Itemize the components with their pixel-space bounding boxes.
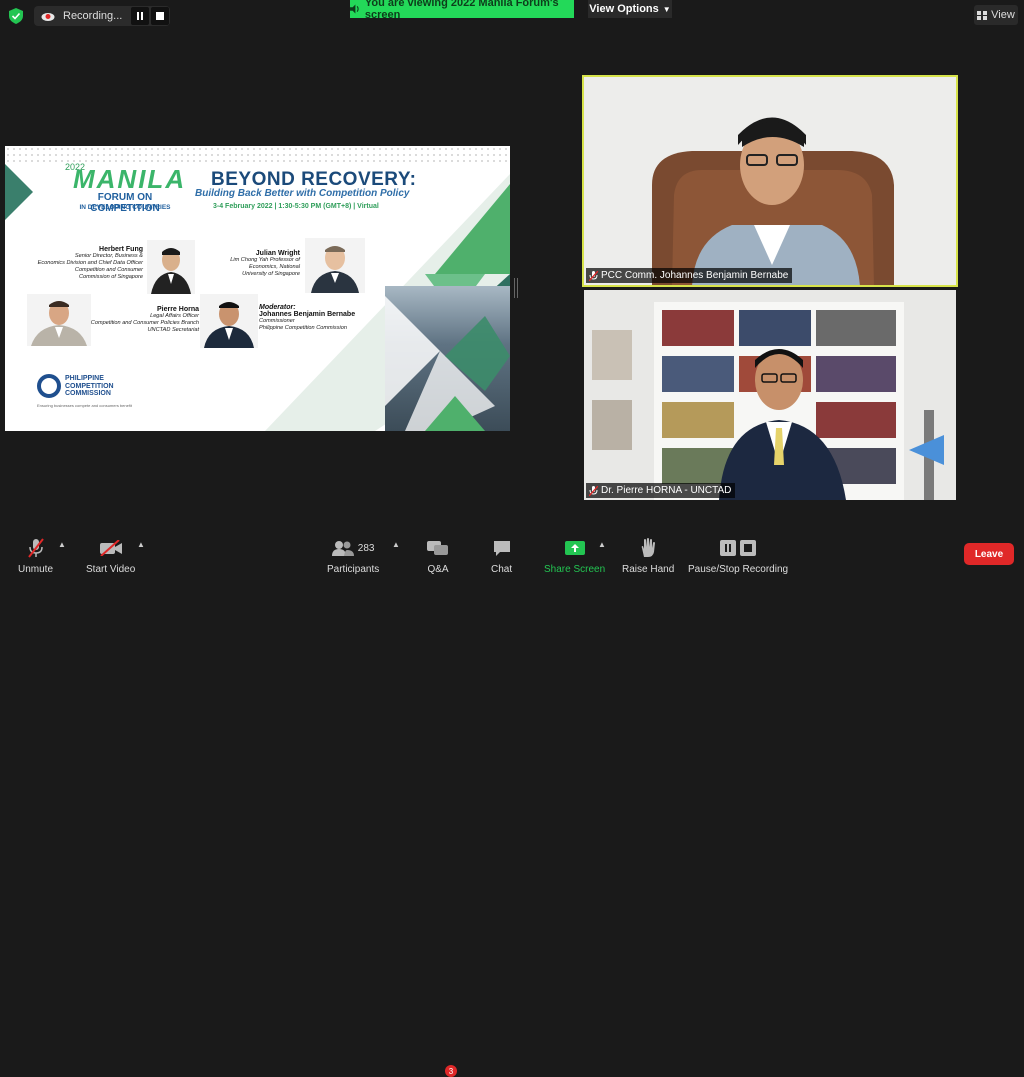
speaker-name: Julian Wright xyxy=(255,250,300,257)
participant-name-tag: PCC Comm. Johannes Benjamin Bernabe xyxy=(586,268,793,283)
share-screen-label: Share Screen xyxy=(544,564,606,575)
speaker-herbert-fung: Herbert Fung Senior Director, Business &… xyxy=(25,246,143,281)
stop-icon xyxy=(740,540,757,556)
cloud-recording-icon xyxy=(41,13,55,21)
speaker-name: Johannes Benjamin Bernabe xyxy=(259,311,356,318)
qa-label: Q&A xyxy=(427,564,449,575)
pause-stop-label: Pause/Stop Recording xyxy=(688,564,789,575)
pcc-line: PHILIPPINE xyxy=(65,375,104,382)
pcc-line: COMPETITION xyxy=(65,382,114,390)
chat-button[interactable]: Chat xyxy=(491,538,512,575)
security-shield-icon[interactable] xyxy=(9,8,23,24)
speaker-role: Legal Affairs Officer xyxy=(150,313,199,319)
speaker-role: Competition and Consumer Policies Branch xyxy=(90,320,199,326)
pause-icon xyxy=(137,12,143,20)
chevron-down-icon: ▼ xyxy=(662,4,671,14)
qa-icon xyxy=(427,541,448,555)
recording-indicator: Recording... xyxy=(34,6,170,26)
participant-name: Dr. Pierre HORNA - UNCTAD xyxy=(601,485,732,496)
participants-caret-icon[interactable]: ▲ xyxy=(392,540,400,549)
leave-button[interactable]: Leave xyxy=(964,543,1014,565)
video-off-icon xyxy=(99,540,122,556)
qa-badge: 3 xyxy=(445,1065,457,1077)
speaker-name: Herbert Fung xyxy=(99,246,143,253)
speaker-pierre-horna: Pierre Horna Legal Affairs Officer Compe… xyxy=(83,306,199,334)
speaker-role: Commission of Singapore xyxy=(78,274,143,280)
share-screen-icon xyxy=(564,541,585,555)
muted-mic-icon xyxy=(27,538,44,558)
banner-text: You are viewing 2022 Manila Forum's scre… xyxy=(364,0,559,21)
shared-screen-slide[interactable]: 2022 MANILA FORUM ON COMPETITION IN DEVE… xyxy=(5,146,510,431)
logo-subtitle: IN DEVELOPING COUNTRIES xyxy=(79,204,171,211)
meeting-toolbar: Unmute ▲ Start Video ▲ 283 Participants … xyxy=(0,530,1024,1077)
pcc-line: COMMISSION xyxy=(65,390,111,397)
pause-stop-recording-button[interactable]: Pause/Stop Recording xyxy=(688,538,788,575)
qa-button[interactable]: Q&A xyxy=(427,538,449,575)
pcc-tagline: Ensuring businesses compete and consumer… xyxy=(37,403,132,408)
speaker-johannes-bernabe: Moderator: Johannes Benjamin Bernabe Com… xyxy=(259,304,379,332)
participants-button[interactable]: 283 Participants xyxy=(327,538,379,575)
raise-hand-icon xyxy=(641,538,656,557)
speaker-julian-wright: Julian Wright Lim Chong Yah Professor of… xyxy=(205,250,300,278)
split-view-divider[interactable] xyxy=(514,278,518,298)
raise-hand-button[interactable]: Raise Hand xyxy=(622,538,674,575)
speaker-role: Competition and Consumer xyxy=(74,267,143,273)
share-options-caret-icon[interactable]: ▲ xyxy=(598,540,606,549)
view-button[interactable]: View xyxy=(974,5,1018,25)
speaker-role: University of Singapore xyxy=(242,271,300,277)
view-label: View xyxy=(991,9,1015,21)
unmute-label: Unmute xyxy=(18,564,54,575)
participant-name-tag: Dr. Pierre HORNA - UNCTAD xyxy=(586,483,736,498)
participant-video xyxy=(584,290,956,500)
grid-view-icon xyxy=(977,10,988,20)
view-options-menu[interactable]: View Options ▼ xyxy=(588,0,672,18)
speaker-role: UNCTAD Secretariat xyxy=(147,327,200,333)
slide-subtitle: Building Back Better with Competition Po… xyxy=(195,188,410,199)
speaker-photo xyxy=(305,238,365,293)
unmute-button[interactable]: Unmute xyxy=(18,538,53,575)
viewing-screen-banner: You are viewing 2022 Manila Forum's scre… xyxy=(350,0,574,21)
pause-icon xyxy=(720,540,737,556)
speaker-role: Commissioner xyxy=(259,318,295,324)
participant-video xyxy=(584,77,956,285)
start-video-button[interactable]: Start Video xyxy=(86,538,135,575)
raise-hand-label: Raise Hand xyxy=(622,564,675,575)
speaker-photo xyxy=(200,294,258,348)
chat-icon xyxy=(493,541,510,556)
speaker-role: Philippine Competition Commission xyxy=(259,325,347,331)
pcc-logo-text: PHILIPPINE COMPETITION COMMISSION xyxy=(65,375,114,398)
audio-options-caret-icon[interactable]: ▲ xyxy=(58,540,66,549)
muted-mic-icon xyxy=(589,485,598,496)
speaker-role: Lim Chong Yah Professor of xyxy=(230,257,300,263)
chat-label: Chat xyxy=(491,564,513,575)
speaker-photo xyxy=(147,240,195,294)
video-tile-bernabe[interactable]: PCC Comm. Johannes Benjamin Bernabe xyxy=(582,75,958,287)
stop-icon xyxy=(156,12,164,20)
slide-decoration-left xyxy=(5,164,33,220)
slide-date: 3-4 February 2022 | 1:30-5:30 PM (GMT+8)… xyxy=(213,203,379,210)
participants-count: 283 xyxy=(357,542,375,554)
speaker-role: Economics Division and Chief Data Office… xyxy=(37,260,143,266)
speaker-photo xyxy=(27,294,91,346)
speaker-name: Pierre Horna xyxy=(156,306,199,313)
video-options-caret-icon[interactable]: ▲ xyxy=(137,540,145,549)
muted-mic-icon xyxy=(589,270,598,281)
speaker-icon xyxy=(350,4,359,14)
video-tile-horna[interactable]: Dr. Pierre HORNA - UNCTAD xyxy=(584,290,956,500)
speaker-role: Economics, National xyxy=(249,264,300,270)
participants-label: Participants xyxy=(327,564,380,575)
stop-recording-button[interactable] xyxy=(151,7,169,25)
moderator-label: Moderator: xyxy=(259,304,296,311)
logo-manila: MANILA xyxy=(73,164,187,194)
view-options-label: View Options xyxy=(589,3,659,15)
participant-name: PCC Comm. Johannes Benjamin Bernabe xyxy=(601,270,789,281)
slide-decoration-overlay xyxy=(385,296,510,431)
participants-icon xyxy=(331,541,354,556)
recording-label: Recording... xyxy=(63,10,123,22)
speaker-role: Senior Director, Business & xyxy=(74,253,143,259)
pcc-logo-icon xyxy=(37,374,61,398)
pause-recording-button[interactable] xyxy=(131,7,149,25)
share-screen-button[interactable]: Share Screen xyxy=(544,538,605,575)
start-video-label: Start Video xyxy=(86,564,136,575)
